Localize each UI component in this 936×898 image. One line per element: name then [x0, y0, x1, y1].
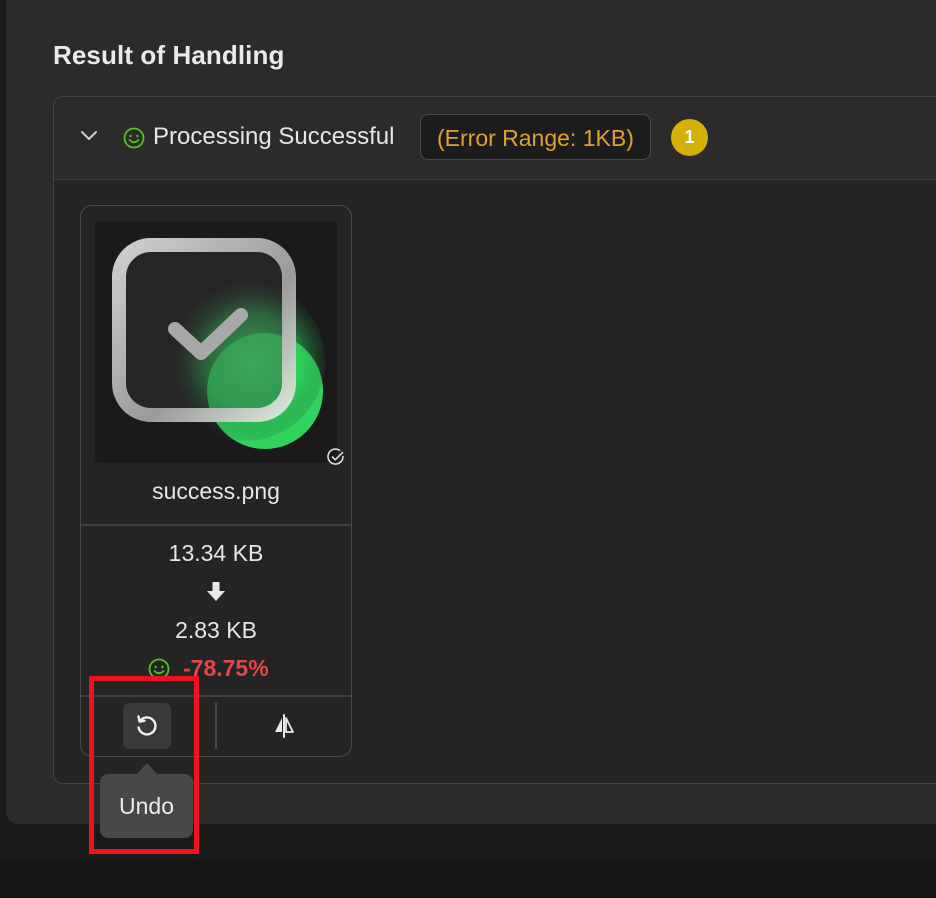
- highlight-box: [89, 676, 199, 854]
- arrow-down-icon: [206, 581, 226, 603]
- count-badge: 1: [671, 119, 708, 156]
- check-circle-icon: [326, 447, 346, 467]
- file-name: success.png: [152, 478, 280, 504]
- smile-icon: [122, 126, 146, 150]
- error-range-badge: (Error Range: 1KB): [420, 114, 651, 160]
- dialog-title: Result of Handling: [53, 40, 285, 70]
- compressed-size: 2.83 KB: [175, 617, 257, 643]
- card-divider: [81, 524, 351, 526]
- original-size: 13.34 KB: [168, 540, 264, 566]
- action-separator: [215, 703, 217, 749]
- group-header[interactable]: Processing Successful (Error Range: 1KB)…: [54, 97, 936, 180]
- backdrop-strip: [0, 858, 936, 898]
- chevron-down-icon[interactable]: [78, 125, 100, 147]
- compare-button[interactable]: [261, 703, 307, 749]
- compare-icon: [275, 714, 294, 738]
- file-card: success.png 13.34 KB 2.83 KB -78.75%: [80, 205, 352, 757]
- group-status-label: Processing Successful: [153, 123, 395, 150]
- file-thumbnail[interactable]: [95, 221, 337, 463]
